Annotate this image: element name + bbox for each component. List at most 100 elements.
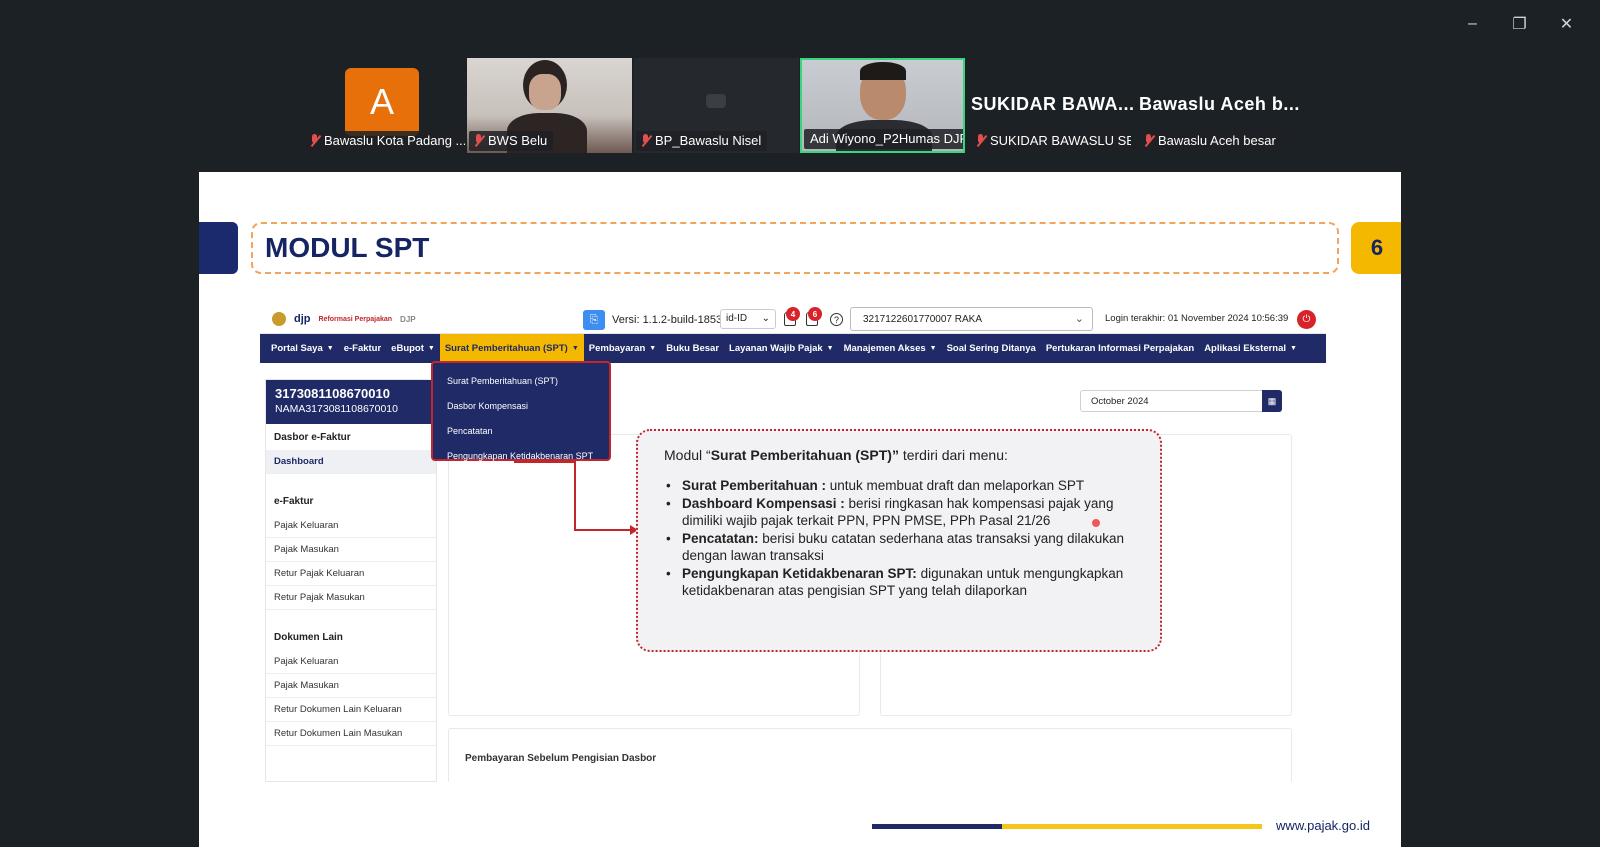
- callout-list: Surat Pemberitahuan : untuk membuat draf…: [664, 477, 1136, 600]
- list-item: Surat Pemberitahuan : untuk membuat draf…: [664, 477, 1136, 495]
- spt-dropdown-menu: Surat Pemberitahuan (SPT) Dasbor Kompens…: [431, 361, 611, 461]
- djp-portal-screenshot: djp Reformasi Perpajakan DJP ⎘ Versi: 1.…: [260, 304, 1326, 782]
- section-title: Pembayaran Sebelum Pengisian Dasbor: [465, 753, 657, 764]
- help-icon[interactable]: ?: [830, 313, 843, 326]
- connector-line: [574, 463, 576, 531]
- nav-aplikasi-eksternal[interactable]: Aplikasi Eksternal ▼: [1199, 334, 1302, 363]
- logout-icon[interactable]: ⏻: [1297, 310, 1316, 329]
- nav-layanan-wajib-pajak[interactable]: Layanan Wajib Pajak ▼: [724, 334, 839, 363]
- taxpayer-header: 3173081108670010 NAMA3173081108670010: [266, 380, 436, 424]
- sidebar-section-e-faktur: e-Faktur: [274, 495, 314, 507]
- taxpayer-npwp: 3173081108670010: [275, 386, 390, 401]
- sidebar-section-dasbor: Dasbor e-Faktur: [274, 431, 351, 443]
- connector-line: [514, 461, 576, 463]
- mic-muted-icon: [473, 134, 484, 148]
- footer-url: www.pajak.go.id: [1276, 818, 1370, 833]
- copy-icon[interactable]: ⎘: [583, 310, 605, 330]
- connector-line: [574, 529, 632, 531]
- sidebar-section-dokumen-lain: Dokumen Lain: [274, 631, 343, 643]
- mic-muted-icon: [640, 134, 651, 148]
- menu-item-pengungkapan[interactable]: Pengungkapan Ketidakbenaran SPT: [433, 443, 609, 468]
- djp-secondary-logo: DJP: [400, 314, 416, 324]
- version-label: Versi: 1.1.2-build-1853: [612, 314, 723, 326]
- period-input[interactable]: October 2024: [1080, 390, 1282, 412]
- sidebar-item-retur-dl-keluaran[interactable]: Retur Dokumen Lain Keluaran: [266, 698, 436, 722]
- calendar-icon[interactable]: ▦: [1262, 390, 1282, 412]
- participant-name: BP_Bawaslu Nisel: [636, 131, 768, 151]
- caret-down-icon: ▼: [649, 345, 657, 352]
- mic-muted-icon: [975, 134, 986, 148]
- participant-name: SUKIDAR BAWASLU SE...: [971, 131, 1131, 151]
- participant-name: Adi Wiyono_P2Humas DJP: [804, 129, 963, 149]
- minimize-icon[interactable]: –: [1449, 10, 1496, 38]
- participant-video[interactable]: BWS Belu: [467, 58, 632, 153]
- language-select[interactable]: id-ID ⌄: [720, 309, 776, 329]
- participant-name: BWS Belu: [469, 131, 554, 151]
- taxpayer-name: NAMA3173081108670010: [275, 403, 398, 415]
- sidebar-item-retur-pajak-masukan[interactable]: Retur Pajak Masukan: [266, 586, 436, 610]
- chevron-down-icon: ⌄: [1074, 313, 1084, 325]
- djp-logo: djp: [294, 313, 311, 325]
- participant-tile[interactable]: A Bawaslu Kota Padang ...: [303, 58, 468, 153]
- pointer-dot: [1092, 519, 1100, 527]
- sidebar-item-pajak-masukan[interactable]: Pajak Masukan: [266, 538, 436, 562]
- restore-icon[interactable]: ❐: [1496, 10, 1543, 38]
- nav-e-faktur[interactable]: e-Faktur: [339, 334, 386, 363]
- window-controls: – ❐ ✕: [1449, 10, 1590, 38]
- reformasi-logo: Reformasi Perpajakan: [318, 315, 393, 323]
- portal-sidebar: 3173081108670010 NAMA3173081108670010 Da…: [265, 379, 437, 782]
- nav-buku-besar[interactable]: Buku Besar: [661, 334, 724, 363]
- main-navbar: Portal Saya ▼ e-Faktur eBupot ▼ Surat Pemb…: [260, 334, 1326, 363]
- participant-big-name: SUKIDAR BAWA...: [971, 94, 1135, 114]
- mic-muted-icon: [309, 134, 320, 148]
- caret-down-icon: ▼: [326, 345, 334, 352]
- nav-portal-saya[interactable]: Portal Saya ▼: [266, 334, 339, 363]
- sidebar-item-retur-pajak-keluaran[interactable]: Retur Pajak Keluaran: [266, 562, 436, 586]
- participant-name: Bawaslu Kota Padang ...: [305, 131, 465, 151]
- portal-topbar: djp Reformasi Perpajakan DJP ⎘ Versi: 1.…: [260, 304, 1326, 334]
- sidebar-item-pajak-keluaran[interactable]: Pajak Keluaran: [266, 514, 436, 538]
- face-shape: [529, 74, 561, 110]
- list-item: Pencatatan: berisi buku catatan sederhan…: [664, 530, 1136, 565]
- nav-ebupot[interactable]: eBupot ▼: [386, 334, 440, 363]
- slide-accent-tab: [199, 222, 238, 274]
- participant-big-name: Bawaslu Aceh b...: [1139, 94, 1300, 114]
- account-select[interactable]: 3217122601770007 RAKA ⌄: [850, 307, 1093, 331]
- close-icon[interactable]: ✕: [1543, 10, 1590, 38]
- last-login-label: Login terakhir: 01 November 2024 10:56:3…: [1105, 313, 1289, 324]
- footer-bar-navy: [872, 824, 1002, 829]
- nav-pertukaran-informasi[interactable]: Pertukaran Informasi Perpajakan: [1041, 334, 1199, 363]
- sidebar-item-dl-pajak-keluaran[interactable]: Pajak Keluaran: [266, 650, 436, 674]
- caret-down-icon: ▼: [1290, 345, 1297, 352]
- caret-down-icon: ▼: [427, 345, 435, 352]
- portal-logos: djp Reformasi Perpajakan DJP: [272, 312, 416, 326]
- menu-item-spt[interactable]: Surat Pemberitahuan (SPT): [433, 368, 609, 393]
- sidebar-item-retur-dl-masukan[interactable]: Retur Dokumen Lain Masukan: [266, 722, 436, 746]
- sidebar-item-dl-pajak-masukan[interactable]: Pajak Masukan: [266, 674, 436, 698]
- avatar: A: [345, 68, 419, 136]
- nav-pembayaran[interactable]: Pembayaran ▼: [584, 334, 661, 363]
- mic-muted-icon: [1143, 134, 1154, 148]
- garuda-logo-icon: [272, 312, 286, 326]
- notification-badge: 4: [786, 307, 800, 321]
- caret-down-icon: ▼: [571, 345, 579, 352]
- participant-video-active-speaker[interactable]: Adi Wiyono_P2Humas DJP: [800, 58, 965, 153]
- slide-title: MODUL SPT: [265, 232, 430, 263]
- menu-item-pencatatan[interactable]: Pencatatan: [433, 418, 609, 443]
- caret-down-icon: ▼: [929, 345, 937, 352]
- nav-spt[interactable]: Surat Pemberitahuan (SPT) ▼: [439, 334, 584, 363]
- camera-off-icon: [706, 94, 726, 108]
- list-item: Pengungkapan Ketidakbenaran SPT: digunak…: [664, 565, 1136, 600]
- participant-tile[interactable]: BP_Bawaslu Nisel: [634, 58, 799, 153]
- nav-manajemen-akses[interactable]: Manajemen Akses ▼: [839, 334, 942, 363]
- presentation-slide: MODUL SPT 6 djp Reformasi Perpajakan DJP…: [199, 172, 1401, 847]
- slide-title-box: MODUL SPT: [251, 222, 1339, 274]
- participant-name: Bawaslu Aceh besar: [1139, 131, 1282, 151]
- menu-item-dasbor-kompensasi[interactable]: Dasbor Kompensasi: [433, 393, 609, 418]
- footer-bar-gold: [1002, 824, 1262, 829]
- nav-soal-sering-ditanya[interactable]: Soal Sering Ditanya: [942, 334, 1041, 363]
- caret-down-icon: ▼: [826, 345, 834, 352]
- spt-explanation-callout: Modul “Surat Pemberitahuan (SPT)” terdir…: [636, 429, 1162, 652]
- notification-badge: 6: [808, 307, 822, 321]
- sidebar-item-dashboard[interactable]: Dashboard: [266, 450, 436, 474]
